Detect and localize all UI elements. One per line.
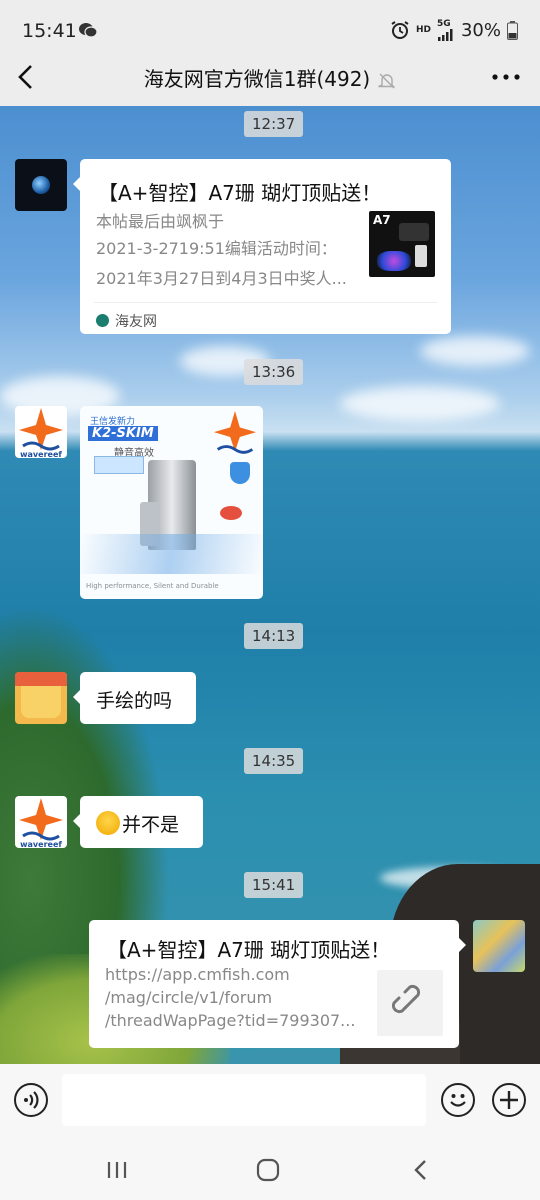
top-bar: 15:41 HD 5G 30% 海友网官方微信1群(492) bbox=[0, 0, 540, 106]
wavereef-logo-icon: wavereef bbox=[19, 798, 63, 848]
recents-icon[interactable] bbox=[106, 1160, 128, 1180]
thumb-label: A7 bbox=[373, 213, 391, 227]
image-message[interactable]: 王信发新力 K2-SKIM 静音高效 High performance, Sil… bbox=[80, 406, 263, 599]
back-icon[interactable] bbox=[410, 1158, 430, 1182]
svg-text:wavereef: wavereef bbox=[20, 840, 62, 848]
status-time: 15:41 bbox=[22, 20, 77, 42]
laugh-cry-emoji-icon bbox=[96, 811, 120, 835]
link-thumbnail bbox=[377, 970, 443, 1036]
battery-percent: 30% bbox=[460, 19, 501, 41]
phone-shape bbox=[415, 245, 427, 267]
signal-icon: 5G bbox=[437, 19, 455, 41]
voice-icon bbox=[24, 1091, 39, 1109]
card-desc-line: 2021-3-2719:51编辑活动时间： bbox=[96, 239, 337, 258]
avatar[interactable] bbox=[15, 159, 67, 211]
timestamp: 14:35 bbox=[244, 748, 304, 774]
water-splash bbox=[80, 534, 263, 574]
card-source: 海友网 bbox=[96, 311, 157, 331]
alarm-icon bbox=[391, 21, 409, 39]
text-message[interactable]: 并不是 bbox=[73, 796, 203, 848]
ad-badge bbox=[94, 456, 144, 474]
plus-icon bbox=[500, 1091, 518, 1109]
svg-text:wavereef: wavereef bbox=[20, 450, 62, 458]
fish-shape bbox=[220, 506, 242, 520]
plus-button[interactable] bbox=[492, 1083, 526, 1117]
status-bar: 15:41 HD 5G 30% bbox=[0, 0, 540, 58]
avatar[interactable]: wavereef bbox=[15, 796, 67, 848]
card-url-line: https://app.cmfish.com bbox=[105, 965, 290, 984]
my-avatar[interactable] bbox=[473, 920, 525, 972]
more-icon[interactable] bbox=[490, 66, 522, 88]
voice-button[interactable] bbox=[14, 1083, 48, 1117]
message-text: 并不是 bbox=[96, 810, 179, 837]
group-name: 海友网官方微信1群(492) bbox=[143, 67, 371, 91]
message-text: 手绘的吗 bbox=[96, 690, 173, 712]
coral-shape bbox=[377, 251, 411, 271]
link-card-message[interactable]: 【A+智控】A7珊 瑚灯顶贴送！ https://app.cmfish.com … bbox=[89, 920, 466, 1048]
card-url-line: /threadWapPage?tid=799307... bbox=[105, 1011, 356, 1030]
wavereef-logo-icon: wavereef bbox=[19, 408, 63, 458]
link-card-message[interactable]: 【A+智控】A7珊 瑚灯顶贴送！ 本帖最后由飒枫于 2021-3-2719:51… bbox=[73, 159, 451, 334]
timestamp: 12:37 bbox=[244, 111, 304, 137]
battery-icon bbox=[507, 20, 518, 40]
system-nav-bar bbox=[0, 1144, 540, 1200]
chat-header: 海友网官方微信1群(492) bbox=[0, 52, 540, 104]
ad-product: K2-SKIM bbox=[88, 426, 158, 441]
timestamp: 14:13 bbox=[244, 623, 304, 649]
card-url-line: /mag/circle/v1/forum bbox=[105, 988, 273, 1007]
cloud bbox=[340, 386, 500, 421]
message-input[interactable] bbox=[62, 1074, 426, 1126]
lamp-shape bbox=[399, 223, 429, 241]
wavereef-logo-icon bbox=[213, 411, 257, 454]
card-desc-line: 本帖最后由飒枫于 bbox=[96, 212, 225, 231]
timestamp: 15:41 bbox=[244, 872, 304, 898]
emoji-button[interactable] bbox=[441, 1083, 475, 1117]
card-desc-line: 2021年3月27日到4月3日中奖人... bbox=[96, 269, 347, 288]
avatar[interactable]: wavereef bbox=[15, 406, 67, 458]
chat-title: 海友网官方微信1群(492) bbox=[0, 63, 540, 92]
status-right: HD 5G 30% bbox=[390, 19, 518, 41]
home-icon[interactable] bbox=[256, 1158, 280, 1182]
shield-shape bbox=[230, 462, 250, 484]
avatar[interactable] bbox=[15, 672, 67, 724]
cloud bbox=[420, 336, 530, 366]
source-logo-icon bbox=[96, 314, 109, 327]
hd-label: HD bbox=[415, 24, 431, 35]
ad-footer: High performance, Silent and Durable bbox=[86, 582, 219, 590]
card-title: 【A+智控】A7珊 瑚灯顶贴送！ bbox=[107, 938, 391, 962]
mute-bell-icon bbox=[378, 73, 396, 88]
card-thumbnail: A7 bbox=[369, 211, 435, 277]
card-title: 【A+智控】A7珊 瑚灯顶贴送！ bbox=[98, 181, 382, 205]
divider bbox=[94, 302, 437, 303]
link-icon bbox=[391, 984, 421, 1014]
wechat-notification-icon bbox=[79, 23, 98, 38]
timestamp: 13:36 bbox=[244, 359, 304, 385]
emoji-icon bbox=[450, 1094, 466, 1107]
text-message[interactable]: 手绘的吗 bbox=[73, 672, 196, 724]
input-bar bbox=[0, 1064, 540, 1144]
